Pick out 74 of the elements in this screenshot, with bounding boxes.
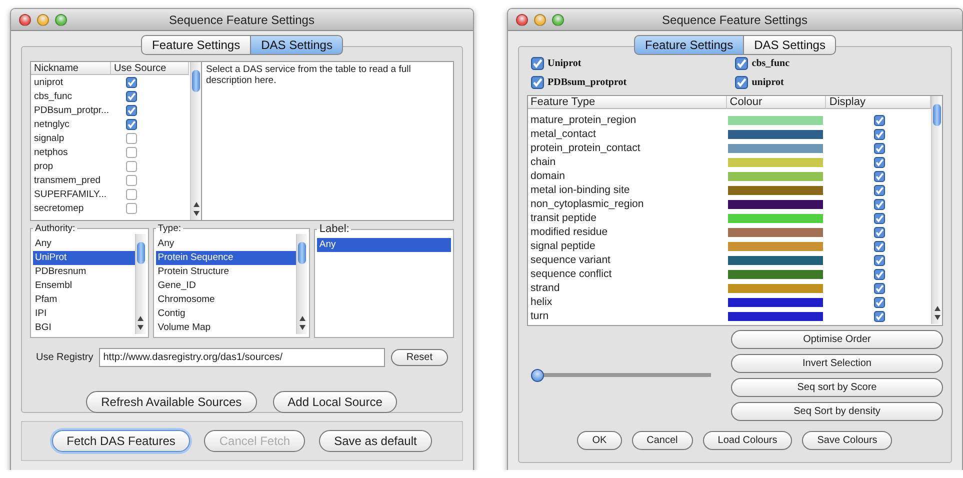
side-button[interactable]: Optimise Order	[731, 330, 943, 349]
list-item[interactable]: Protein Structure	[156, 265, 296, 279]
table-cell-text: helix	[530, 296, 554, 308]
table-cell-text: domain	[530, 170, 566, 182]
list-item[interactable]: Chromosome	[156, 293, 296, 307]
table-cell-text: cbs_func	[33, 90, 74, 102]
list-item[interactable]: Pfam	[33, 293, 135, 307]
description-text: Select a DAS service from the table to read a full description here.	[206, 64, 412, 86]
table-cell-text: transmem_pred	[33, 174, 102, 186]
list-item[interactable]: UniProt	[33, 251, 135, 265]
window-title: Sequence Feature Settings	[662, 12, 808, 26]
action-button[interactable]: Fetch DAS Features	[52, 430, 190, 452]
action-button[interactable]: Save as default	[319, 430, 432, 452]
source-label: Uniprot	[548, 58, 582, 69]
list-item[interactable]: Contig	[156, 307, 296, 321]
table-cell-text: metal ion-binding site	[530, 184, 631, 196]
list-item[interactable]: PDBresnum	[33, 265, 135, 279]
source-label: uniprot	[752, 77, 784, 88]
table-cell-text: SUPERFAMILY...	[33, 188, 108, 200]
source-label: cbs_func	[752, 58, 790, 69]
table-cell-text: sequence conflict	[530, 268, 613, 280]
table-cell-text: transit peptide	[530, 212, 598, 224]
column-header[interactable]: Colour	[726, 96, 826, 109]
table-cell-text: signal peptide	[530, 240, 596, 252]
source-button[interactable]: Refresh Available Sources	[86, 391, 257, 413]
table-cell-text: signalp	[33, 132, 66, 144]
tab[interactable]: Feature Settings	[141, 35, 252, 55]
list-label: Type:	[156, 223, 182, 234]
list-item[interactable]: BGI	[33, 321, 135, 335]
registry-label: Use Registry	[36, 352, 94, 363]
table-cell-text: chain	[530, 156, 557, 168]
source-button[interactable]: Add Local Source	[272, 391, 398, 413]
list-item[interactable]: Gene_ID	[156, 279, 296, 293]
dialog-button[interactable]: Cancel	[632, 431, 693, 450]
reset-button[interactable]: Reset	[391, 349, 448, 366]
column-header[interactable]: Nickname	[31, 62, 111, 75]
tab[interactable]: DAS Settings	[743, 35, 836, 55]
tab[interactable]: DAS Settings	[250, 35, 344, 55]
side-button[interactable]: Seq Sort by density	[731, 402, 943, 421]
list-item[interactable]: Protein Sequence	[156, 251, 296, 265]
dialog-button[interactable]: Save Colours	[802, 431, 892, 450]
list-item[interactable]: Ensembl	[33, 279, 135, 293]
dialog-button[interactable]: Load Colours	[702, 431, 792, 450]
table-cell-text: non_cytoplasmic_region	[530, 198, 645, 210]
table-cell-text: PDBsum_protpr...	[33, 104, 110, 116]
dialog-button[interactable]: OK	[577, 431, 622, 450]
list-label: Label:	[318, 223, 350, 235]
table-cell-text: turn	[530, 310, 550, 322]
table-cell-text: secretomep	[33, 202, 85, 214]
table-cell-text: netnglyc	[33, 118, 70, 130]
window-title: Sequence Feature Settings	[169, 12, 314, 26]
column-header[interactable]: Display	[826, 96, 931, 109]
list-item[interactable]: IPI	[33, 307, 135, 321]
column-header[interactable]: Feature Type	[528, 96, 727, 109]
column-header[interactable]: Use Source	[111, 62, 189, 75]
table-cell-text: strand	[530, 282, 561, 294]
list-item[interactable]: Volume Map	[156, 321, 296, 335]
list-item[interactable]: Any	[317, 238, 450, 252]
table-cell-text: sequence variant	[530, 254, 612, 266]
tab[interactable]: Feature Settings	[634, 35, 744, 55]
table-cell-text: metal_contact	[530, 128, 597, 140]
list-item[interactable]: Any	[156, 237, 296, 251]
table-cell-text: netphos	[33, 146, 69, 158]
table-cell-text: modified residue	[530, 226, 609, 238]
side-button[interactable]: Seq sort by Score	[731, 378, 943, 397]
table-cell-text: prop	[33, 160, 54, 172]
side-button[interactable]: Invert Selection	[731, 354, 943, 373]
registry-field[interactable]: http://www.dasregistry.org/das1/sources/	[99, 348, 386, 367]
table-cell-text: mature_protein_region	[530, 114, 638, 126]
table-cell-text: uniprot	[33, 76, 64, 88]
list-item[interactable]: Any	[33, 237, 135, 251]
source-label: PDBsum_protprot	[548, 77, 627, 88]
list-label: Authority:	[34, 223, 76, 234]
table-cell-text: protein_protein_contact	[530, 142, 642, 154]
